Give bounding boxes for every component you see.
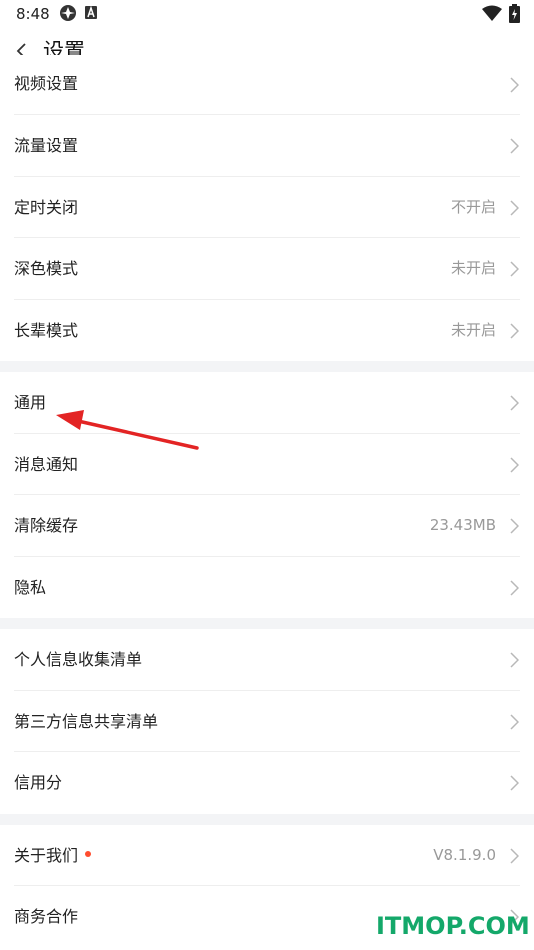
group-separator xyxy=(0,361,534,372)
chevron-right-icon xyxy=(510,775,519,791)
chevron-right-icon xyxy=(510,579,519,596)
settings-row-personal-info-list[interactable]: 个人信息收集清单 xyxy=(0,629,534,691)
group-separator xyxy=(0,618,534,629)
row-label: 视频设置 xyxy=(14,74,79,93)
settings-row-privacy[interactable]: 隐私 xyxy=(0,556,534,618)
settings-row-dark-mode[interactable]: 深色模式 未开启 xyxy=(0,238,534,300)
chevron-right-icon xyxy=(510,847,519,864)
row-label: 流量设置 xyxy=(14,136,79,155)
row-label: 信用分 xyxy=(14,773,63,792)
chevron-right-icon xyxy=(510,77,519,93)
row-label: 通用 xyxy=(14,393,47,412)
row-value: 未开启 xyxy=(450,320,496,339)
chevron-right-icon xyxy=(510,713,519,730)
row-label: 第三方信息共享清单 xyxy=(14,711,159,731)
row-label: 商务合作 xyxy=(14,907,79,926)
settings-row-timer-close[interactable]: 定时关闭 不开启 xyxy=(0,176,534,238)
row-label: 消息通知 xyxy=(14,454,79,474)
settings-row-general[interactable]: 通用 xyxy=(0,372,534,434)
settings-row-elder-mode[interactable]: 长辈模式 未开启 xyxy=(0,299,534,361)
settings-row-third-party-sharing[interactable]: 第三方信息共享清单 xyxy=(0,690,534,752)
row-value: 23.43MB xyxy=(429,516,496,534)
chevron-right-icon xyxy=(510,652,519,668)
row-label: 个人信息收集清单 xyxy=(14,650,143,669)
row-value: 未开启 xyxy=(450,259,496,277)
settings-row-traffic[interactable]: 流量设置 xyxy=(0,115,534,177)
chevron-right-icon xyxy=(510,395,519,411)
status-bar: 8:48 xyxy=(0,0,534,28)
status-time: 8:48 xyxy=(16,5,50,23)
chevron-right-icon xyxy=(510,199,519,216)
about-us-label: 关于我们 xyxy=(14,845,79,865)
row-label: 关于我们 xyxy=(14,825,92,887)
status-app-icon xyxy=(60,5,76,21)
row-label: 清除缓存 xyxy=(14,516,79,535)
row-label: 长辈模式 xyxy=(14,320,79,340)
chevron-right-icon xyxy=(510,518,519,534)
group-separator xyxy=(0,813,534,825)
settings-row-about-us[interactable]: 关于我们 V8.1.9.0 xyxy=(0,824,534,887)
row-label: 定时关闭 xyxy=(14,197,79,217)
new-badge-dot xyxy=(85,850,92,857)
status-a-icon xyxy=(85,6,97,19)
chevron-right-icon xyxy=(510,322,519,339)
row-label: 隐私 xyxy=(14,577,47,597)
settings-list: 视频设置 流量设置 定时关闭 不开启 深色模式 未开启 长辈模式 未开启 通用 … xyxy=(0,55,534,948)
row-value: V8.1.9.0 xyxy=(433,845,496,864)
settings-row-video[interactable]: 视频设置 xyxy=(0,55,534,115)
chevron-right-icon xyxy=(510,138,519,154)
wifi-icon xyxy=(482,5,502,21)
chevron-right-icon xyxy=(510,456,519,473)
row-value: 不开启 xyxy=(450,197,496,216)
settings-row-credit-score[interactable]: 信用分 xyxy=(0,752,534,814)
settings-row-notifications[interactable]: 消息通知 xyxy=(0,433,534,495)
watermark: ITMOP.COM xyxy=(376,912,530,940)
row-label: 深色模式 xyxy=(14,259,79,278)
chevron-right-icon xyxy=(510,261,519,277)
settings-row-clear-cache[interactable]: 清除缓存 23.43MB xyxy=(0,495,534,557)
battery-charging-icon xyxy=(509,4,520,23)
